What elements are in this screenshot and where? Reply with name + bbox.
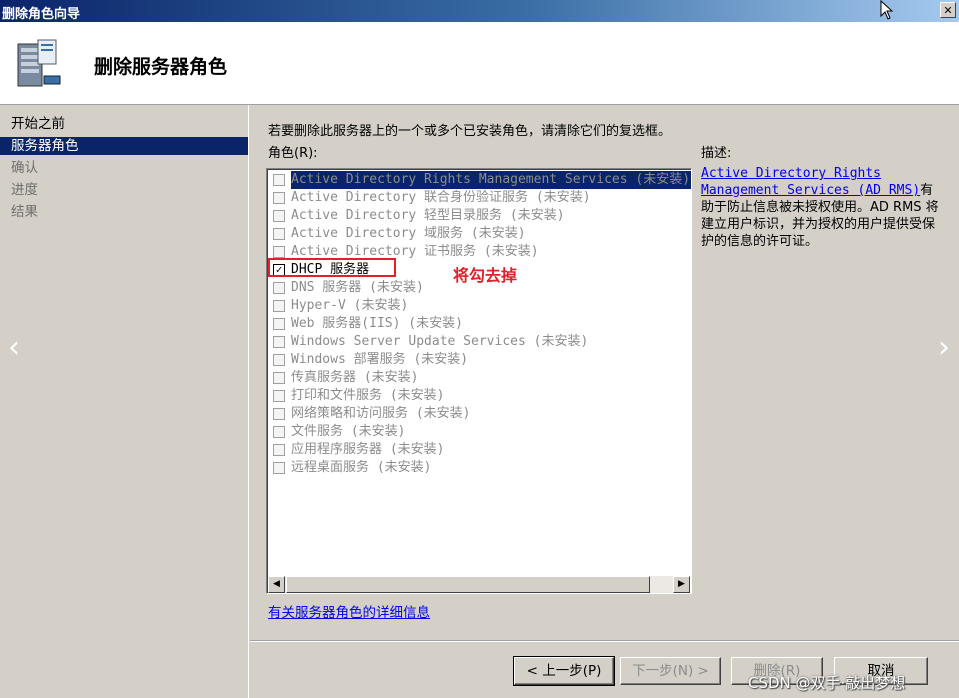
chevron-left-icon: ‹ <box>8 330 20 365</box>
horizontal-scrollbar[interactable]: ◀ ▶ <box>268 576 690 593</box>
wizard-steps: 开始之前 服务器角色 确认 进度 结果 <box>0 105 249 698</box>
role-checkbox <box>273 426 285 438</box>
scrollbar-thumb[interactable] <box>286 576 650 593</box>
role-checkbox <box>273 318 285 330</box>
role-item: 网络策略和访问服务 (未安装) <box>271 405 691 423</box>
role-label: Windows Server Update Services (未安装) <box>291 334 589 349</box>
step-results: 结果 <box>11 204 38 220</box>
role-checkbox <box>273 192 285 204</box>
next-button: 下一步(N) > <box>620 657 721 685</box>
back-button[interactable]: < 上一步(P) <box>513 656 615 686</box>
role-label: Active Directory Rights Management Servi… <box>291 171 691 189</box>
role-item: Active Directory 联合身份验证服务 (未安装) <box>271 189 691 207</box>
wizard-header: 删除服务器角色 <box>0 22 959 105</box>
role-item: 传真服务器 (未安装) <box>271 369 691 387</box>
role-checkbox <box>273 174 285 186</box>
role-checkbox <box>273 210 285 222</box>
description-label: 描述: <box>701 146 732 161</box>
page-heading: 删除服务器角色 <box>94 56 228 78</box>
role-checkbox <box>273 444 285 456</box>
role-checkbox <box>273 372 285 384</box>
instruction-text: 若要删除此服务器上的一个或多个已安装角色，请清除它们的复选框。 <box>268 124 672 139</box>
role-label: DNS 服务器 (未安装) <box>291 280 424 295</box>
scroll-left-icon[interactable]: ◀ <box>268 576 285 593</box>
role-item[interactable]: Active Directory Rights Management Servi… <box>271 171 691 189</box>
role-label: 应用程序服务器 (未安装) <box>291 442 445 457</box>
role-checkbox <box>273 390 285 402</box>
role-item: Windows Server Update Services (未安装) <box>271 333 691 351</box>
scroll-right-icon[interactable]: ▶ <box>673 576 690 593</box>
role-checkbox <box>273 282 285 294</box>
role-label: Active Directory 轻型目录服务 (未安装) <box>291 208 565 223</box>
role-item: 打印和文件服务 (未安装) <box>271 387 691 405</box>
role-item: Web 服务器(IIS) (未安装) <box>271 315 691 333</box>
role-checkbox <box>273 228 285 240</box>
step-before-you-begin[interactable]: 开始之前 <box>0 115 248 133</box>
role-label: 远程桌面服务 (未安装) <box>291 460 432 475</box>
role-label: Web 服务器(IIS) (未安装) <box>291 316 463 331</box>
role-label: Windows 部署服务 (未安装) <box>291 352 469 367</box>
chevron-right-icon: › <box>938 330 950 365</box>
description-panel: Active Directory Rights Management Servi… <box>701 165 941 250</box>
watermark: CSDN @双手·敲出梦想 <box>748 674 906 692</box>
role-item: Windows 部署服务 (未安装) <box>271 351 691 369</box>
server-icon <box>17 39 61 87</box>
step-server-roles[interactable]: 服务器角色 <box>0 137 248 155</box>
mouse-cursor-icon <box>880 0 894 20</box>
annotation-highlight-box <box>268 258 396 277</box>
description-link[interactable]: Active Directory Rights Management Servi… <box>701 166 920 198</box>
role-item: Active Directory 域服务 (未安装) <box>271 225 691 243</box>
role-label: 传真服务器 (未安装) <box>291 370 419 385</box>
more-info-link[interactable]: 有关服务器角色的详细信息 <box>268 601 430 621</box>
role-checkbox <box>273 336 285 348</box>
role-item: Active Directory 轻型目录服务 (未安装) <box>271 207 691 225</box>
annotation-text: 将勾去掉 <box>453 266 518 285</box>
role-item: 远程桌面服务 (未安装) <box>271 459 691 477</box>
role-checkbox <box>273 354 285 366</box>
role-label: Hyper-V (未安装) <box>291 298 409 313</box>
role-checkbox <box>273 246 285 258</box>
roles-label: 角色(R): <box>268 146 318 161</box>
role-label: 网络策略和访问服务 (未安装) <box>291 406 471 421</box>
role-item: 应用程序服务器 (未安装) <box>271 441 691 459</box>
role-label: 文件服务 (未安装) <box>291 424 406 439</box>
window-title: 删除角色向导 <box>2 7 81 22</box>
window-titlebar[interactable]: 删除角色向导 ✕ <box>0 0 959 22</box>
footer-divider <box>250 640 959 642</box>
role-checkbox <box>273 408 285 420</box>
close-icon[interactable]: ✕ <box>940 2 956 18</box>
role-label: Active Directory 域服务 (未安装) <box>291 226 526 241</box>
role-label: Active Directory 联合身份验证服务 (未安装) <box>291 190 591 205</box>
role-checkbox <box>273 462 285 474</box>
role-item: Hyper-V (未安装) <box>271 297 691 315</box>
step-confirmation: 确认 <box>11 160 38 176</box>
role-checkbox <box>273 300 285 312</box>
role-item: 文件服务 (未安装) <box>271 423 691 441</box>
step-progress: 进度 <box>11 182 38 198</box>
roles-listbox[interactable]: Active Directory Rights Management Servi… <box>266 168 692 594</box>
role-label: 打印和文件服务 (未安装) <box>291 388 445 403</box>
